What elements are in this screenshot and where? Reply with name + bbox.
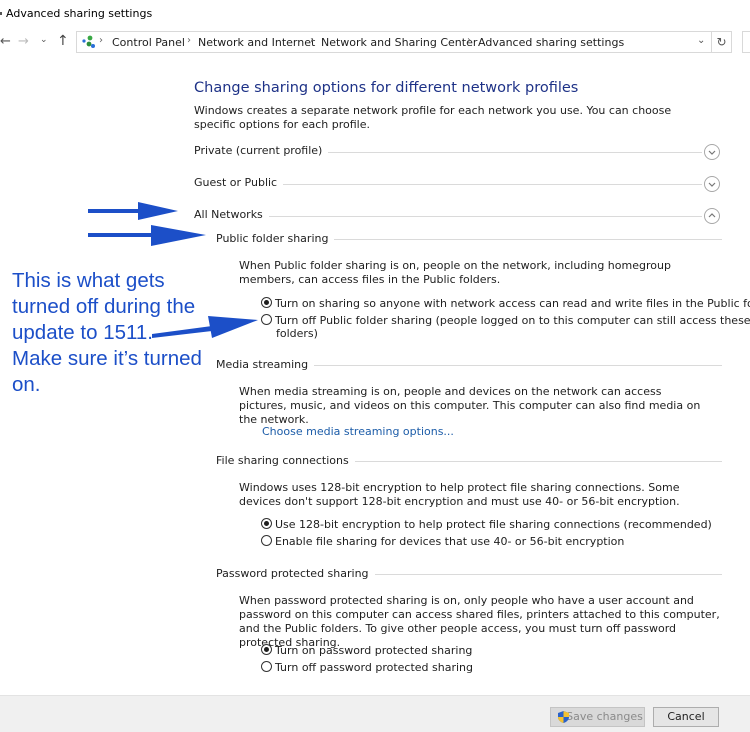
recent-locations-chevron-icon[interactable]: ⌄ [40, 35, 48, 45]
breadcrumb-network-and-internet[interactable]: Network and Internet [198, 36, 315, 49]
back-arrow-icon[interactable]: ← [0, 34, 11, 49]
forward-arrow-icon[interactable]: → [18, 34, 29, 49]
annotation-arrow-all-networks [88, 202, 178, 220]
option-label-continued: folders) [276, 327, 318, 340]
radio-selected-icon[interactable] [261, 297, 272, 308]
annotation-arrow-public-folder-sharing [88, 225, 206, 246]
breadcrumb-control-panel[interactable]: Control Panel [112, 36, 185, 49]
section-title: Password protected sharing [216, 567, 375, 580]
option-label: Turn off Public folder sharing (people l… [275, 314, 750, 327]
expand-chevron-icon[interactable] [704, 144, 720, 160]
annotation-text: This is what gets turned off during the … [12, 269, 202, 396]
radio-unselected-icon[interactable] [261, 535, 272, 546]
radio-unselected-icon[interactable] [261, 661, 272, 672]
radio-password-sharing-off[interactable]: Turn off password protected sharing [261, 661, 473, 674]
radio-public-sharing-on[interactable]: Turn on sharing so anyone with network a… [261, 297, 750, 310]
up-arrow-icon[interactable]: ↑ [57, 33, 69, 49]
radio-unselected-icon[interactable] [261, 314, 272, 325]
choose-media-streaming-options-link[interactable]: Choose media streaming options... [262, 425, 454, 438]
radio-40-56-bit-encryption[interactable]: Enable file sharing for devices that use… [261, 535, 624, 548]
title-bar: Advanced sharing settings [0, 0, 750, 28]
option-label: Turn off password protected sharing [275, 661, 473, 674]
section-password-protected-sharing: Password protected sharing [216, 567, 722, 583]
radio-selected-icon[interactable] [261, 644, 272, 655]
media-streaming-description: When media streaming is on, people and d… [239, 385, 701, 426]
uac-shield-icon [558, 711, 569, 723]
section-media-streaming: Media streaming [216, 358, 722, 374]
profile-all-networks-label: All Networks [194, 208, 269, 221]
page-heading: Change sharing options for different net… [194, 80, 579, 96]
profile-guest-label: Guest or Public [194, 176, 284, 189]
cancel-button[interactable]: Cancel [653, 707, 719, 727]
file-sharing-description: Windows uses 128-bit encryption to help … [239, 481, 680, 508]
breadcrumb-separator: › [187, 35, 191, 46]
radio-public-sharing-off[interactable]: Turn off Public folder sharing (people l… [261, 314, 750, 327]
divider [194, 216, 702, 217]
radio-password-sharing-on[interactable]: Turn on password protected sharing [261, 644, 472, 657]
section-file-sharing-connections: File sharing connections [216, 454, 722, 470]
radio-selected-icon[interactable] [261, 518, 272, 529]
section-title: Public folder sharing [216, 232, 335, 245]
breadcrumb-separator: › [310, 35, 314, 46]
save-changes-button[interactable]: Save changes [550, 707, 645, 727]
window-icon [0, 12, 2, 15]
profile-private[interactable]: Private (current profile) [194, 144, 722, 160]
window-title: Advanced sharing settings [6, 7, 153, 20]
breadcrumb-network-and-sharing-center[interactable]: Network and Sharing Center [321, 36, 477, 49]
section-title: File sharing connections [216, 454, 355, 467]
breadcrumb-advanced-sharing-settings[interactable]: Advanced sharing settings [478, 36, 624, 49]
option-label: Enable file sharing for devices that use… [275, 535, 625, 548]
profile-private-label: Private (current profile) [194, 144, 329, 157]
option-label: Use 128-bit encryption to help protect f… [275, 518, 712, 531]
radio-128-bit-encryption[interactable]: Use 128-bit encryption to help protect f… [261, 518, 712, 531]
search-box[interactable] [742, 31, 750, 53]
expand-chevron-icon[interactable] [704, 176, 720, 192]
refresh-icon[interactable]: ↻ [712, 31, 732, 53]
address-dropdown-chevron-icon[interactable]: ⌄ [697, 35, 705, 46]
breadcrumb-separator: › [467, 35, 471, 46]
address-bar[interactable]: › Control Panel › Network and Internet ›… [76, 31, 712, 53]
profile-all-networks[interactable]: All Networks [194, 208, 722, 224]
profile-guest-public[interactable]: Guest or Public [194, 176, 722, 192]
section-title: Media streaming [216, 358, 315, 371]
option-label: Turn on password protected sharing [275, 644, 473, 657]
intro-text: Windows creates a separate network profi… [194, 104, 672, 131]
password-sharing-description: When password protected sharing is on, o… [239, 594, 720, 649]
option-label: Turn on sharing so anyone with network a… [275, 297, 750, 310]
breadcrumb-separator: › [99, 35, 103, 46]
public-folder-description: When Public folder sharing is on, people… [239, 259, 671, 286]
collapse-chevron-icon[interactable] [704, 208, 720, 224]
section-public-folder-sharing: Public folder sharing [216, 232, 722, 248]
network-icon [82, 35, 95, 48]
